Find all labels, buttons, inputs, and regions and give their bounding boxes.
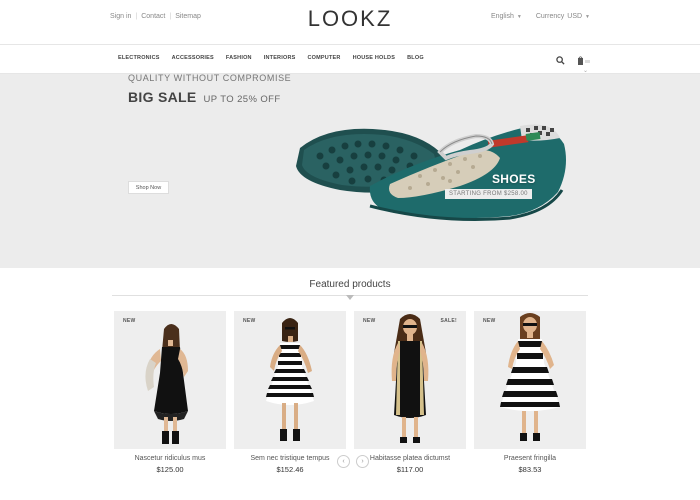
product-card[interactable]: NEW Sem nec tristique tempus $152.46 <box>234 311 346 474</box>
chevron-down-icon: ▼ <box>585 13 590 20</box>
product-image[interactable]: NEW <box>234 311 346 449</box>
next-arrow-icon[interactable]: › <box>356 455 369 468</box>
nav-icons <box>554 54 590 66</box>
product-price: $125.00 <box>156 465 184 474</box>
model-figure-image <box>266 318 314 441</box>
big-sale-text: BIG SALE <box>128 89 197 105</box>
currency-value: USD <box>567 13 583 20</box>
nav-item-house-holds[interactable]: HOUSE HOLDS <box>353 55 396 61</box>
nav-menu: ELECTRONICS ACCESSORIES FASHION INTERIOR… <box>118 55 436 61</box>
nav-item-interiors[interactable]: INTERIORS <box>264 55 296 61</box>
product-price: $152.46 <box>276 465 304 474</box>
sale-badge: SALE! <box>440 318 457 324</box>
currency-label: Currency <box>535 13 565 20</box>
model-figure-image <box>500 313 560 441</box>
chevron-down-icon: ▼ <box>516 13 522 20</box>
product-price: $83.53 <box>518 465 542 474</box>
product-image[interactable]: NEW SALE! <box>354 311 466 449</box>
discount-text: UP TO 25% OFF <box>203 94 281 105</box>
shop-now-button[interactable]: Shop Now <box>128 181 169 194</box>
new-badge: NEW <box>123 318 136 324</box>
search-icon[interactable] <box>554 54 566 66</box>
section-title: Featured products <box>309 279 391 290</box>
nav-item-fashion[interactable]: FASHION <box>226 55 252 61</box>
nav-item-computer[interactable]: COMPUTER <box>307 55 340 61</box>
nav-item-blog[interactable]: BLOG <box>407 55 424 61</box>
nav-item-electronics[interactable]: ELECTRONICS <box>118 55 160 61</box>
language-value: English <box>490 13 514 20</box>
banner-headline: BIG SALE UP TO 25% OFF <box>128 89 291 105</box>
product-name[interactable]: Sem nec tristique tempus <box>234 455 346 462</box>
product-card[interactable]: NEW Praesent fringilla $83.53 <box>474 311 586 474</box>
product-image[interactable]: NEW <box>114 311 226 449</box>
banner-product-label: SHOES <box>492 172 536 186</box>
chevron-down-icon: ⌄ <box>582 68 588 74</box>
product-name[interactable]: Praesent fringilla <box>474 455 586 462</box>
nav-item-accessories[interactable]: ACCESSORIES <box>172 55 214 61</box>
product-card[interactable]: NEW Nascetur ridiculus mus $125.00 <box>114 311 226 474</box>
locale-selectors: English ▼ Currency USD ▼ <box>491 13 590 20</box>
carousel-pager: ‹ › <box>337 455 369 468</box>
site-logo[interactable]: LOOKZ <box>0 6 700 32</box>
product-image[interactable]: NEW <box>474 311 586 449</box>
new-badge: NEW <box>363 318 376 324</box>
language-selector[interactable]: English ▼ <box>491 13 522 20</box>
banner-text: QUALITY WITHOUT COMPROMISE BIG SALE UP T… <box>128 73 291 105</box>
new-badge: NEW <box>243 318 256 324</box>
loafer-shoe-image <box>296 124 566 221</box>
product-name[interactable]: Habitasse platea dictumst <box>354 455 466 462</box>
product-name[interactable]: Nascetur ridiculus mus <box>114 455 226 462</box>
banner-price-label: STARTING FROM $258.00 <box>445 189 532 199</box>
cart-icon[interactable] <box>578 54 590 66</box>
prev-arrow-icon[interactable]: ‹ <box>337 455 350 468</box>
top-bar: Sign in | Contact | Sitemap LOOKZ Englis… <box>0 0 700 44</box>
divider-arrow-icon <box>346 295 354 300</box>
model-figure-image <box>145 324 188 444</box>
model-figure-image <box>391 314 429 443</box>
currency-selector[interactable]: Currency USD ▼ <box>536 13 590 20</box>
product-price: $117.00 <box>396 465 424 474</box>
banner-tagline: QUALITY WITHOUT COMPROMISE <box>128 73 292 83</box>
product-card[interactable]: NEW SALE! Habitasse platea dictumst $117… <box>354 311 466 474</box>
main-navigation: ELECTRONICS ACCESSORIES FASHION INTERIOR… <box>0 44 700 74</box>
new-badge: NEW <box>483 318 496 324</box>
